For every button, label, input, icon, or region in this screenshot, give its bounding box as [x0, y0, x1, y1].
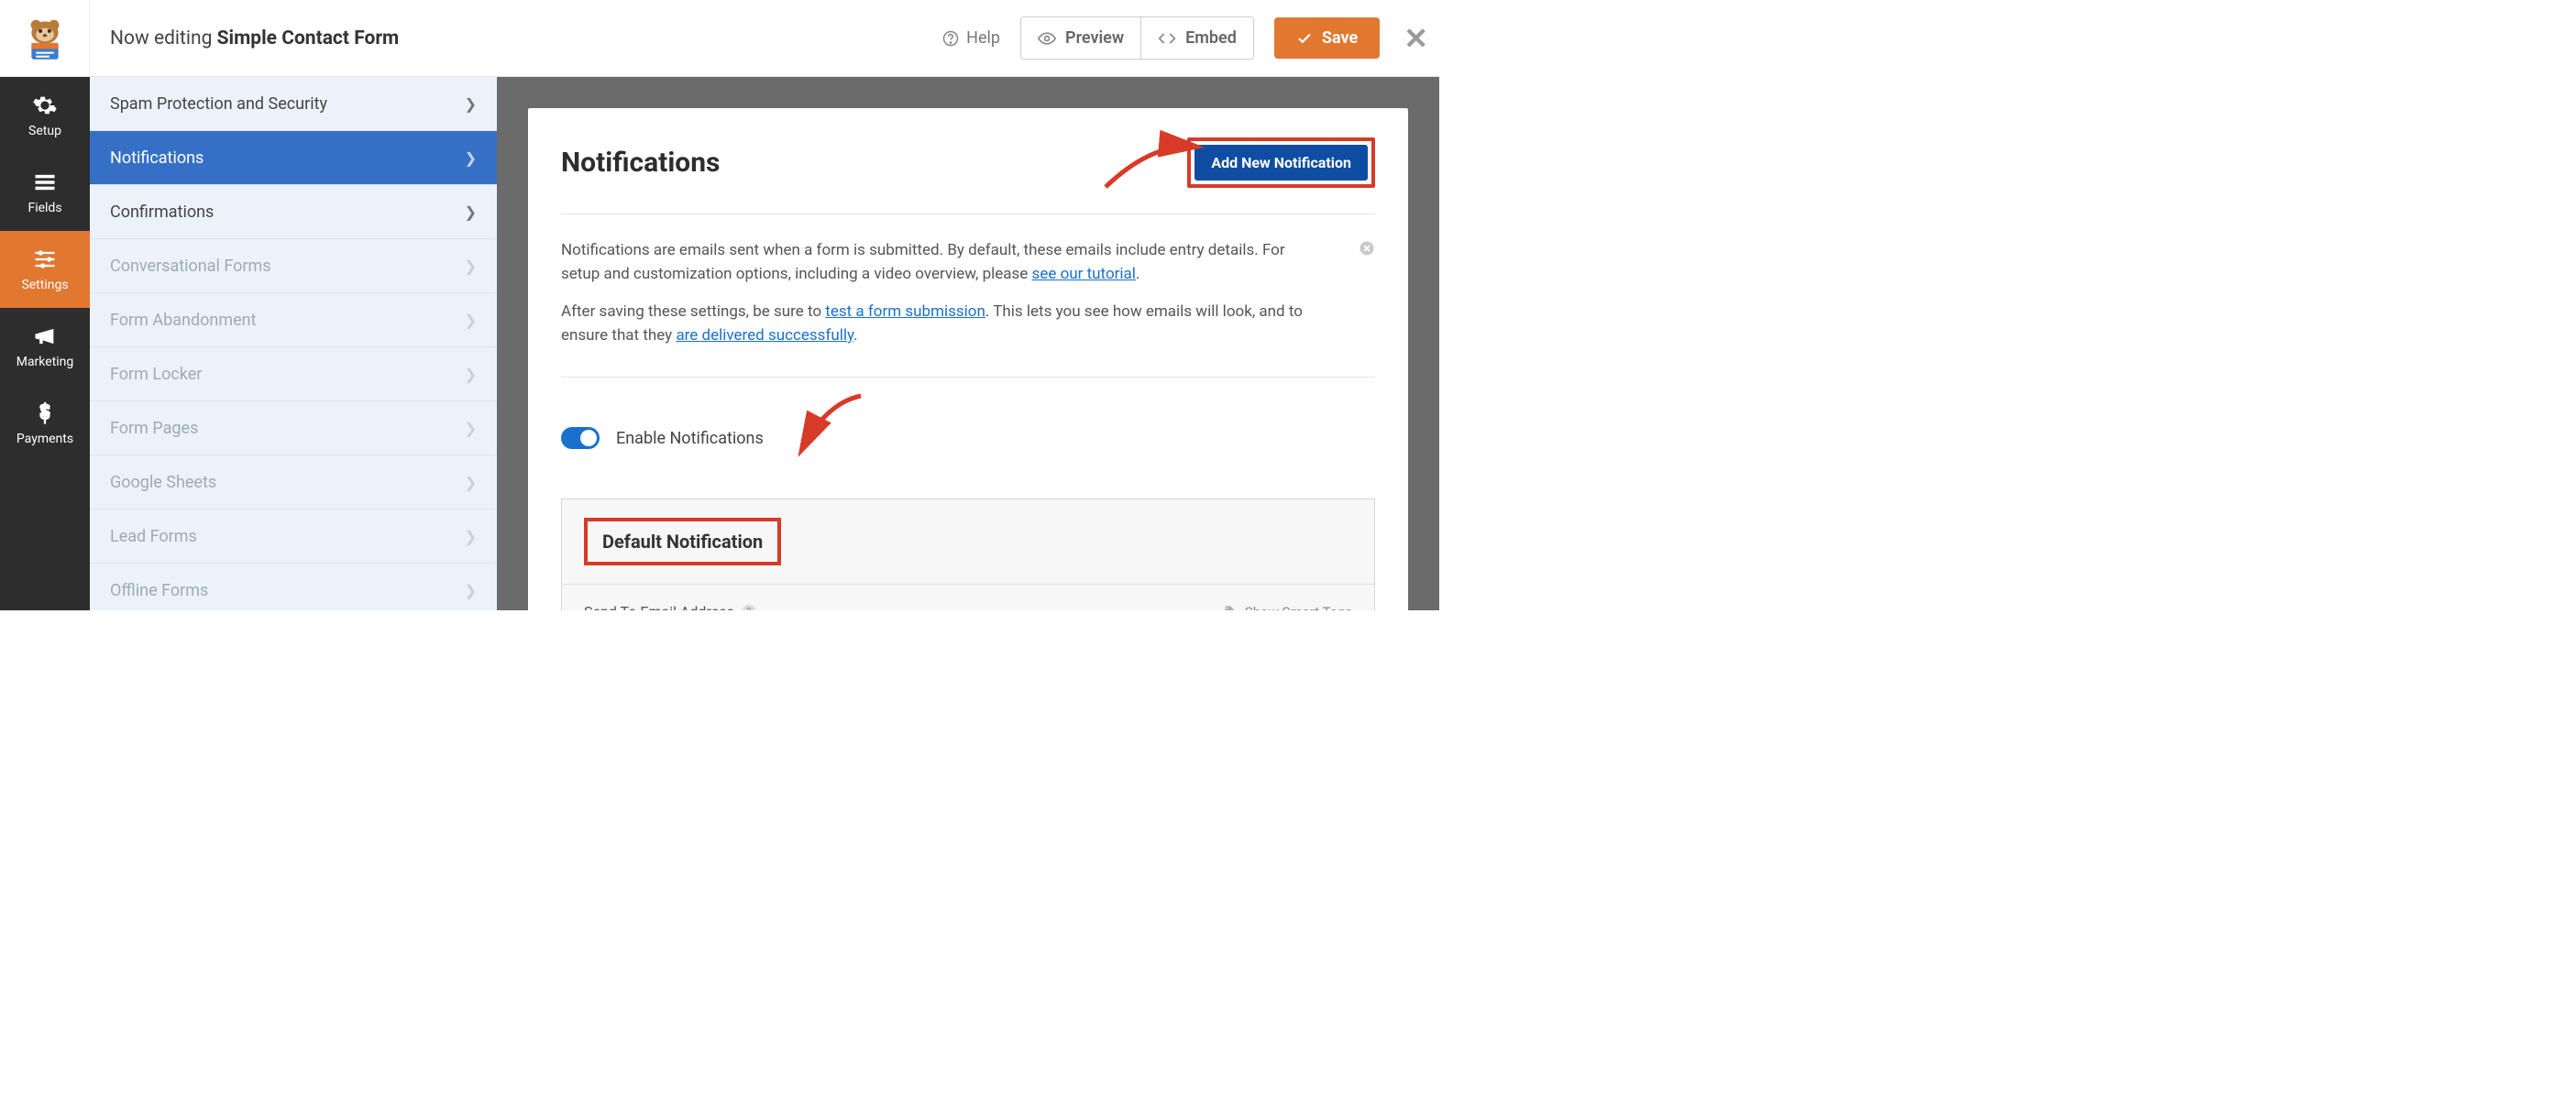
eye-icon [1038, 29, 1056, 48]
code-icon [1158, 29, 1176, 48]
nav-payments[interactable]: $ Payments [0, 385, 90, 462]
dismiss-intro-button[interactable] [1359, 236, 1375, 265]
tag-icon [1223, 605, 1238, 610]
close-circle-icon [1359, 240, 1375, 257]
submenu-lead-forms[interactable]: Lead Forms❯ [90, 510, 497, 564]
submenu-form-abandonment[interactable]: Form Abandonment❯ [90, 293, 497, 347]
settings-submenu: Spam Protection and Security❯ Notificati… [90, 77, 497, 610]
sliders-icon [32, 247, 58, 272]
chevron-right-icon: ❯ [465, 95, 477, 113]
page-title: Now editing Simple Contact Form [90, 27, 933, 49]
panel-title: Notifications [561, 147, 720, 179]
chevron-right-icon: ❯ [465, 203, 477, 221]
notification-box: Default Notification Send To Email Addre… [561, 499, 1375, 610]
chevron-right-icon: ❯ [465, 582, 477, 599]
add-notification-highlight: Add New Notification [1187, 137, 1375, 188]
add-notification-button[interactable]: Add New Notification [1194, 145, 1368, 181]
submenu-conversational-forms[interactable]: Conversational Forms❯ [90, 239, 497, 293]
submenu-notifications[interactable]: Notifications❯ [90, 131, 497, 185]
submenu-form-pages[interactable]: Form Pages❯ [90, 401, 497, 455]
enable-notifications-label: Enable Notifications [616, 429, 764, 448]
main-panel: Notifications Add New Notification [528, 108, 1408, 610]
notification-title: Default Notification [602, 531, 763, 553]
nav-marketing[interactable]: Marketing [0, 308, 90, 385]
intro-block: Notifications are emails sent when a for… [561, 214, 1375, 378]
notification-header[interactable]: Default Notification [562, 499, 1374, 585]
preview-button[interactable]: Preview [1021, 17, 1140, 59]
default-notification-highlight: Default Notification [584, 518, 781, 565]
chevron-right-icon: ❯ [465, 149, 477, 167]
check-icon [1296, 30, 1313, 47]
submenu-google-sheets[interactable]: Google Sheets❯ [90, 455, 497, 510]
gear-icon [32, 93, 58, 118]
delivered-link[interactable]: are delivered successfully [676, 326, 853, 345]
list-icon [32, 170, 58, 195]
embed-button[interactable]: Embed [1140, 17, 1253, 59]
submenu-form-locker[interactable]: Form Locker❯ [90, 347, 497, 401]
nav-setup[interactable]: Setup [0, 77, 90, 154]
chevron-right-icon: ❯ [465, 366, 477, 383]
submenu-spam-protection[interactable]: Spam Protection and Security❯ [90, 77, 497, 131]
submenu-confirmations[interactable]: Confirmations❯ [90, 185, 497, 239]
chevron-right-icon: ❯ [465, 474, 477, 491]
help-icon [942, 30, 959, 47]
chevron-right-icon: ❯ [465, 528, 477, 545]
nav-settings[interactable]: Settings [0, 231, 90, 308]
bullhorn-icon [32, 323, 58, 349]
chevron-right-icon: ❯ [465, 420, 477, 437]
smart-tags-send-to[interactable]: Show Smart Tags [1223, 604, 1352, 610]
nav-fields[interactable]: Fields [0, 154, 90, 231]
header-actions: Help Preview Embed Save ✕ [933, 16, 1439, 60]
preview-embed-group: Preview Embed [1020, 16, 1254, 60]
submenu-offline-forms[interactable]: Offline Forms❯ [90, 564, 497, 610]
test-submission-link[interactable]: test a form submission [825, 302, 985, 321]
tutorial-link[interactable]: see our tutorial [1032, 265, 1136, 283]
help-tooltip-icon[interactable]: ? [742, 605, 756, 610]
save-button[interactable]: Save [1274, 17, 1380, 59]
chevron-right-icon: ❯ [465, 258, 477, 275]
chevron-right-icon: ❯ [465, 312, 477, 329]
enable-notifications-toggle[interactable] [561, 427, 600, 449]
header-bar: Now editing Simple Contact Form Help Pre… [0, 0, 1439, 77]
help-link[interactable]: Help [933, 21, 1009, 55]
close-button[interactable]: ✕ [1391, 21, 1430, 56]
editing-prefix: Now editing [110, 27, 217, 49]
nav-rail: Setup Fields Settings Marketing $ Paymen… [0, 77, 90, 610]
svg-text:$: $ [39, 400, 50, 425]
main-area: Notifications Add New Notification [497, 77, 1439, 610]
dollar-icon: $ [32, 400, 58, 426]
form-name: Simple Contact Form [217, 27, 400, 49]
send-to-label: Send To Email Address ? [584, 603, 756, 610]
app-logo[interactable] [0, 0, 90, 77]
annotation-arrow-icon [789, 390, 872, 464]
